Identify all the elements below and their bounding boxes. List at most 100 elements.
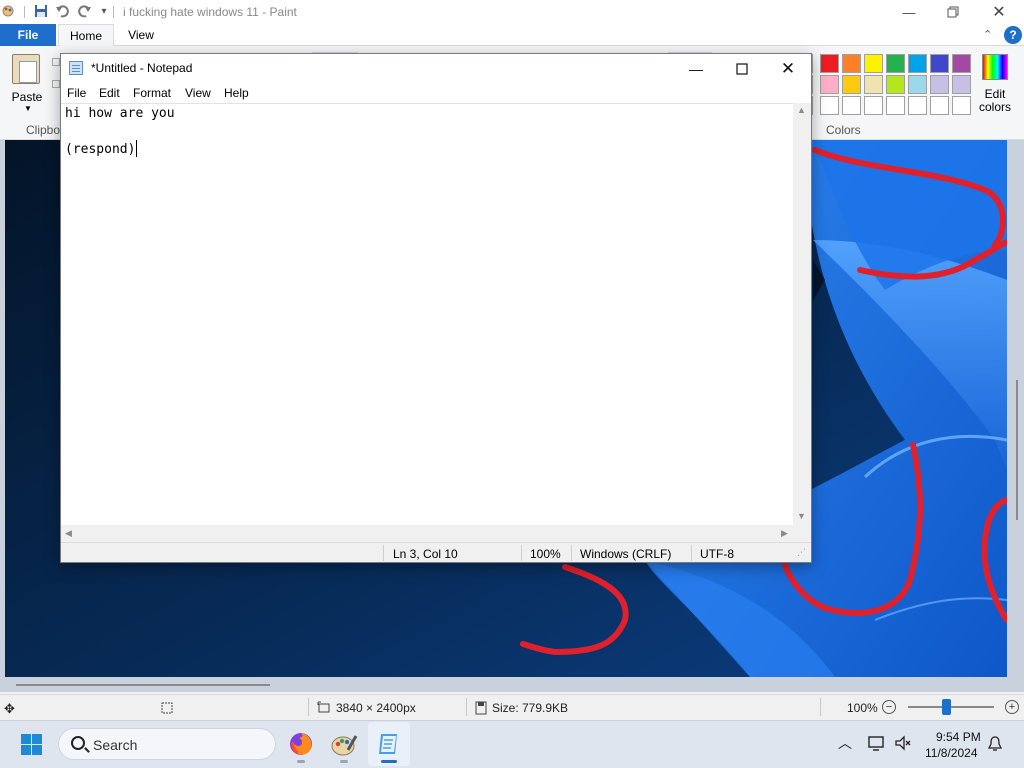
scroll-up-arrow-icon[interactable]: ▲	[797, 105, 806, 115]
paint-icon[interactable]	[330, 730, 358, 758]
color-swatch[interactable]	[952, 54, 971, 73]
app-active-indicator	[381, 760, 397, 763]
paint-minimize-button[interactable]: —	[886, 0, 932, 24]
scrollbar-corner	[793, 525, 811, 542]
clock-time[interactable]: 9:54 PM	[936, 730, 981, 744]
paste-button[interactable]: Paste ▼	[6, 52, 48, 118]
notepad-menu-bar: File Edit Format View Help	[61, 83, 811, 103]
color-swatch[interactable]	[842, 54, 861, 73]
menu-help[interactable]: Help	[224, 86, 249, 100]
color-swatch[interactable]	[952, 75, 971, 94]
cut-icon[interactable]	[52, 58, 60, 66]
copy-icon[interactable]	[52, 80, 60, 88]
image-dimensions-icon	[317, 701, 331, 718]
paint-restore-button[interactable]	[930, 0, 976, 24]
notepad-status-bar: Ln 3, Col 10 100% Windows (CRLF) UTF-8 ⋰	[61, 542, 811, 562]
status-divider	[308, 698, 309, 716]
network-icon[interactable]	[868, 735, 886, 751]
search-icon	[71, 736, 85, 750]
paste-dropdown-icon[interactable]: ▼	[24, 104, 32, 113]
notification-bell-icon[interactable]	[987, 736, 1003, 752]
redo-icon[interactable]	[77, 3, 93, 19]
show-hidden-icons-chevron-icon[interactable]: ︿	[838, 733, 852, 753]
app-running-indicator	[297, 760, 305, 763]
color-swatch[interactable]	[908, 96, 927, 115]
edit-colors-button[interactable]: Edit colors	[976, 52, 1014, 118]
windows-logo-pane	[32, 745, 42, 755]
color-swatch[interactable]	[820, 75, 839, 94]
notepad-horizontal-scrollbar[interactable]: ◀ ▶	[61, 525, 793, 542]
status-divider	[571, 545, 572, 561]
clock-date[interactable]: 11/8/2024	[925, 746, 978, 760]
zoom-out-button[interactable]: −	[882, 700, 896, 714]
resize-grip-icon[interactable]: ⋰	[797, 547, 806, 558]
notepad-title-bar[interactable]: *Untitled - Notepad — ✕	[61, 54, 811, 83]
colors-group-label: Colors	[826, 123, 861, 137]
taskbar-search-box[interactable]: Search	[58, 728, 276, 760]
notepad-close-button[interactable]: ✕	[765, 54, 811, 83]
status-divider	[383, 545, 384, 561]
color-swatch[interactable]	[864, 96, 883, 115]
color-swatch[interactable]	[864, 54, 883, 73]
notepad-vertical-scrollbar[interactable]: ▲ ▼	[793, 103, 811, 525]
color-swatch[interactable]	[930, 54, 949, 73]
color-swatch[interactable]	[952, 96, 971, 115]
status-divider	[691, 545, 692, 561]
start-button[interactable]	[20, 734, 44, 756]
paint-vertical-scrollbar[interactable]	[1016, 380, 1018, 520]
color-swatch[interactable]	[886, 96, 905, 115]
tab-file[interactable]: File	[0, 24, 56, 46]
color-swatch[interactable]	[930, 96, 949, 115]
color-swatch[interactable]	[930, 75, 949, 94]
menu-format[interactable]: Format	[133, 86, 171, 100]
notepad-zoom-level: 100%	[530, 547, 561, 561]
scroll-left-arrow-icon[interactable]: ◀	[65, 528, 72, 539]
clipboard-group-label: Clipbo	[26, 123, 61, 137]
scroll-right-arrow-icon[interactable]: ▶	[781, 528, 788, 539]
color-swatch[interactable]	[886, 75, 905, 94]
encoding: UTF-8	[700, 547, 734, 561]
color-swatch[interactable]	[908, 54, 927, 73]
undo-icon[interactable]	[54, 3, 70, 19]
paint-horizontal-scrollbar[interactable]	[16, 684, 270, 686]
color-swatch[interactable]	[842, 96, 861, 115]
color-swatch[interactable]	[820, 96, 839, 115]
paint-window-title: i fucking hate windows 11 - Paint	[123, 5, 297, 19]
color-swatch[interactable]	[908, 75, 927, 94]
zoom-slider-thumb[interactable]	[942, 699, 952, 715]
app-running-indicator	[340, 760, 348, 763]
paint-zoom-level: 100%	[847, 701, 878, 715]
paint-close-button[interactable]: ✕	[976, 0, 1022, 24]
menu-view[interactable]: View	[185, 86, 211, 100]
notepad-window: *Untitled - Notepad — ✕ File Edit Format…	[60, 53, 812, 563]
cursor-position-icon: ✥	[4, 701, 15, 716]
menu-file[interactable]: File	[67, 86, 86, 100]
notepad-minimize-button[interactable]: —	[673, 54, 719, 83]
color-swatch[interactable]	[886, 54, 905, 73]
notepad-icon[interactable]	[375, 730, 403, 758]
tab-home[interactable]: Home	[58, 24, 114, 47]
notepad-maximize-button[interactable]	[719, 54, 765, 83]
color-swatch[interactable]	[820, 54, 839, 73]
firefox-icon[interactable]	[287, 730, 315, 758]
zoom-in-button[interactable]: +	[1005, 700, 1019, 714]
status-divider	[466, 698, 467, 716]
volume-muted-icon[interactable]	[894, 735, 912, 751]
help-icon[interactable]: ?	[1004, 26, 1022, 44]
menu-edit[interactable]: Edit	[99, 86, 120, 100]
collapse-ribbon-icon[interactable]: ⌃	[983, 28, 992, 41]
title-divider	[113, 6, 114, 18]
scroll-down-arrow-icon[interactable]: ▼	[797, 511, 806, 521]
save-icon[interactable]	[33, 3, 49, 19]
clipboard-icon	[12, 54, 40, 84]
customize-quick-access-icon[interactable]: ▾	[96, 3, 112, 19]
image-dimensions: 3840 × 2400px	[336, 701, 416, 715]
tab-view[interactable]: View	[118, 24, 164, 46]
status-divider	[521, 545, 522, 561]
notepad-text-area[interactable]: hi how are you (respond)	[61, 103, 793, 525]
color-swatch[interactable]	[864, 75, 883, 94]
color-swatch[interactable]	[842, 75, 861, 94]
file-size: Size: 779.9KB	[492, 701, 569, 715]
text-line: hi how are you	[65, 106, 175, 121]
paint-title-bar: ▾ i fucking hate windows 11 - Paint — ✕	[0, 0, 1024, 24]
